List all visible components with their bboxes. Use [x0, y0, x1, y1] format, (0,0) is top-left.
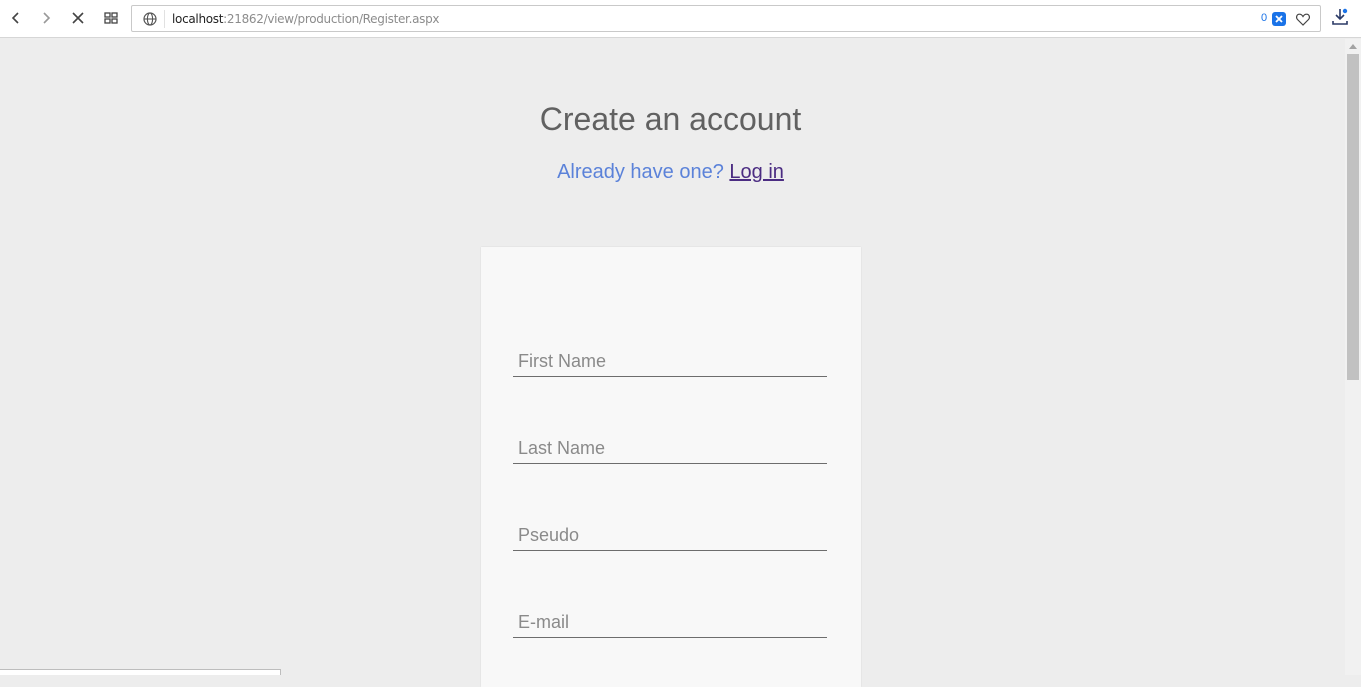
url-path: :21862/view/production/Register.aspx: [223, 12, 440, 26]
status-bar: [0, 669, 281, 675]
stop-button[interactable]: [66, 6, 90, 30]
tabs-grid-button[interactable]: [99, 6, 123, 30]
adblock-shield-icon[interactable]: [1272, 12, 1286, 26]
back-button[interactable]: [4, 6, 28, 30]
last-name-field: [513, 433, 827, 464]
browser-toolbar: localhost:21862/view/production/Register…: [0, 0, 1361, 38]
chevron-right-icon: [43, 12, 51, 24]
url-host: localhost: [172, 12, 224, 26]
address-separator: [164, 10, 165, 28]
first-name-field: [513, 346, 827, 377]
page-title: Create an account: [539, 101, 802, 137]
first-name-input[interactable]: [513, 346, 827, 376]
register-form-card: [481, 247, 861, 687]
email-input[interactable]: [513, 607, 827, 637]
pseudo-input[interactable]: [513, 520, 827, 550]
globe-icon: [143, 12, 157, 26]
scroll-up-button[interactable]: [1345, 39, 1361, 53]
address-bar[interactable]: localhost:21862/view/production/Register…: [131, 5, 1321, 32]
scroll-thumb[interactable]: [1347, 54, 1359, 380]
login-prompt-text: Already have one?: [557, 161, 724, 183]
login-link[interactable]: Log in: [729, 161, 784, 183]
close-icon: [72, 12, 84, 24]
heart-icon[interactable]: [1295, 11, 1311, 27]
url-text[interactable]: localhost:21862/view/production/Register…: [172, 11, 440, 27]
caret-up-icon: [1349, 44, 1357, 49]
page-body: Create an account Already have one? Log …: [0, 39, 1345, 687]
grid-icon: [104, 12, 118, 24]
blocked-count: 0: [1261, 12, 1268, 24]
login-prompt: Already have one? Log in: [0, 161, 1341, 184]
email-field: [513, 607, 827, 638]
chevron-left-icon: [11, 12, 19, 24]
forward-button[interactable]: [34, 6, 58, 30]
vertical-scrollbar[interactable]: [1345, 39, 1361, 675]
download-icon[interactable]: [1331, 7, 1349, 27]
last-name-input[interactable]: [513, 433, 827, 463]
pseudo-field: [513, 520, 827, 551]
